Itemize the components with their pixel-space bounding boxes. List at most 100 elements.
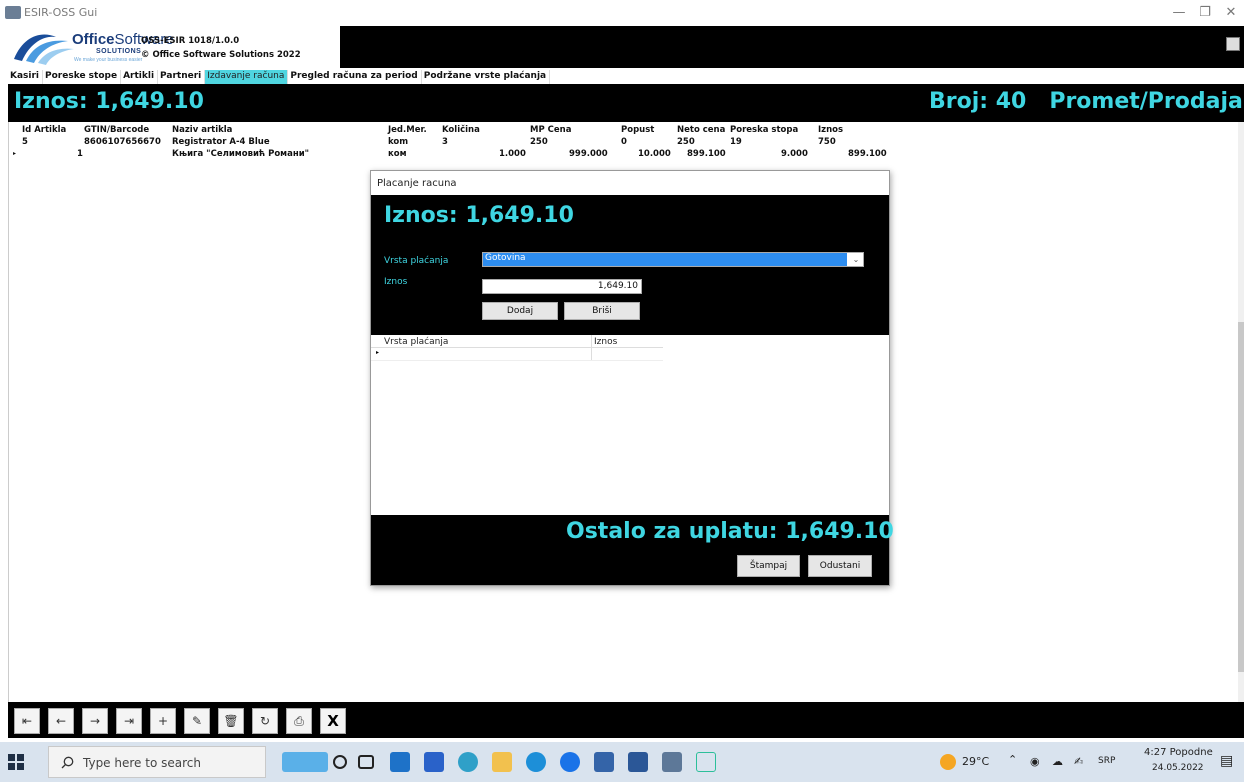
edge-dev-icon[interactable] [458, 752, 478, 772]
payment-type-select[interactable]: Gotovina ⌄ [482, 252, 864, 267]
window-title: ESIR-OSS Gui [24, 6, 98, 19]
col-header-tax: Poreska stopa [730, 125, 799, 135]
col-header-payment-amount: Iznos [594, 337, 618, 347]
cell-gtin: 8606107656670 [84, 137, 161, 147]
bottom-toolbar: ⇤ ← → ⇥ + ✎ 🗑 ↻ ⎙ X [8, 702, 1244, 738]
dialog-amount: Iznos: 1,649.10 [384, 203, 574, 228]
network-icon[interactable]: ◉ [1030, 755, 1040, 768]
payments-table[interactable]: Vrsta plaćanja Iznos ▸ [371, 335, 889, 515]
tray-chevron-icon[interactable]: ⌃ [1008, 753, 1017, 766]
tab-partneri[interactable]: Partneri [158, 70, 206, 84]
cancel-button[interactable]: Odustani [808, 555, 872, 577]
tablet-icon[interactable] [696, 752, 716, 772]
cell-net: 899.100 [687, 149, 726, 159]
col-header-price: MP Cena [530, 125, 572, 135]
chevron-down-icon[interactable]: ⌄ [849, 253, 863, 266]
brand-tagline: We make your business easier [74, 57, 143, 63]
word-icon[interactable] [628, 752, 648, 772]
windows-start-icon[interactable] [8, 754, 24, 770]
notifications-icon[interactable]: ▤ [1220, 753, 1233, 769]
mail-icon[interactable] [390, 752, 410, 772]
refresh-button[interactable]: ↻ [252, 708, 278, 734]
close-window-button[interactable]: ✕ [1220, 3, 1242, 23]
last-record-button[interactable]: ⇥ [116, 708, 142, 734]
dialog-bottom-panel: Ostalo za uplatu: 1,649.10 Štampaj Odust… [371, 515, 894, 585]
payment-dialog: Placanje racuna Iznos: 1,649.10 Vrsta pl… [370, 170, 894, 586]
row-marker-icon: ▸ [13, 150, 17, 157]
cell-unit: ком [388, 149, 407, 159]
store-icon[interactable] [424, 752, 444, 772]
payment-type-value: Gotovina [483, 253, 847, 266]
tab-kasiri[interactable]: Kasiri [8, 70, 44, 84]
tab-izdavanje-racuna[interactable]: Izdavanje računa [205, 70, 289, 84]
windows-taskbar: Type here to search 29°C ⌃ ◉ ☁ ✍ SRP 4:2… [0, 742, 1244, 782]
logo-swoosh-icon [14, 34, 74, 65]
language-indicator[interactable]: SRP [1098, 756, 1115, 766]
app-copyright: © Office Software Solutions 2022 [141, 50, 301, 60]
receipt-number-type: Broj: 40 Promet/Prodaja [929, 89, 1243, 114]
tab-poreske-stope[interactable]: Poreske stope [43, 70, 122, 84]
totals-bar: Iznos: 1,649.10 Broj: 40 Promet/Prodaja [8, 84, 1244, 122]
tab-pregled-racuna[interactable]: Pregled računa za period [288, 70, 422, 84]
clock-date[interactable]: 24.05.2022 [1152, 763, 1204, 773]
delete-payment-button[interactable]: Briši [564, 302, 640, 320]
amount-input[interactable]: 1,649.10 [482, 279, 642, 294]
payment-type-label: Vrsta plaćanja [384, 256, 449, 266]
file-explorer-icon[interactable] [492, 752, 512, 772]
col-header-qty: Količina [442, 125, 480, 135]
weather-icon[interactable] [940, 754, 956, 770]
first-record-button[interactable]: ⇤ [14, 708, 40, 734]
dialog-top-panel: Iznos: 1,649.10 Vrsta plaćanja Gotovina … [371, 195, 889, 335]
prev-record-button[interactable]: ← [48, 708, 74, 734]
cortana-icon[interactable] [333, 755, 347, 769]
weather-widget-icon[interactable] [282, 752, 328, 772]
minimize-button[interactable]: — [1168, 3, 1190, 23]
remaining-amount: Ostalo za uplatu: 1,649.10 [566, 519, 894, 544]
clock-time[interactable]: 4:27 Popodne [1144, 747, 1213, 758]
tab-vrste-placanja[interactable]: Podržane vrste plaćanja [422, 70, 551, 84]
payments-table-header: Vrsta plaćanja Iznos [371, 335, 663, 361]
browser-icon[interactable] [560, 752, 580, 772]
grid-scrollbar[interactable] [1238, 122, 1244, 702]
col-header-name: Naziv artikla [172, 125, 233, 135]
tab-artikli[interactable]: Artikli [121, 70, 159, 84]
cell-net: 250 [677, 137, 695, 147]
cell-tax: 9.000 [781, 149, 808, 159]
add-payment-button[interactable]: Dodaj [482, 302, 558, 320]
scrollbar-thumb[interactable] [1238, 322, 1244, 672]
col-header-payment-type: Vrsta plaćanja [384, 337, 449, 347]
cell-tax: 19 [730, 137, 742, 147]
print-button[interactable]: Štampaj [737, 555, 800, 577]
row-marker-icon: ▸ [376, 349, 380, 356]
taskbar-search-box[interactable]: Type here to search [48, 746, 266, 778]
col-header-amount: Iznos [818, 125, 844, 135]
task-view-icon[interactable] [358, 755, 374, 769]
edge-icon[interactable] [526, 752, 546, 772]
maximize-button[interactable]: ❐ [1194, 3, 1216, 23]
next-record-button[interactable]: → [82, 708, 108, 734]
qr-icon[interactable] [1226, 37, 1240, 51]
cell-amount: 899.100 [848, 149, 887, 159]
cell-discount: 0 [621, 137, 627, 147]
amount-label: Iznos [384, 277, 408, 287]
add-record-button[interactable]: + [150, 708, 176, 734]
cell-price: 250 [530, 137, 548, 147]
pen-icon[interactable]: ✍ [1074, 755, 1083, 768]
weather-temp[interactable]: 29°C [962, 755, 989, 768]
close-form-button[interactable]: X [320, 708, 346, 734]
search-icon [61, 756, 74, 769]
esir-app-icon[interactable] [662, 752, 682, 772]
delete-record-button[interactable]: 🗑 [218, 708, 244, 734]
window-title-bar: ESIR-OSS Gui — ❐ ✕ [0, 0, 1244, 26]
col-header-net: Neto cena [677, 125, 726, 135]
edit-record-button[interactable]: ✎ [184, 708, 210, 734]
table-row[interactable]: ▸ [371, 348, 663, 361]
main-menu-tabs: Kasiri Poreske stope Artikli Partneri Iz… [8, 70, 551, 84]
cell-unit: kom [388, 137, 409, 147]
cell-id: 1 [77, 149, 83, 159]
print-toolbar-button[interactable]: ⎙ [286, 708, 312, 734]
cloud-icon[interactable]: ☁ [1052, 755, 1063, 768]
cell-qty: 1.000 [499, 149, 526, 159]
app-icon[interactable] [594, 752, 614, 772]
brand-solutions: SOLUTIONS [96, 48, 142, 55]
